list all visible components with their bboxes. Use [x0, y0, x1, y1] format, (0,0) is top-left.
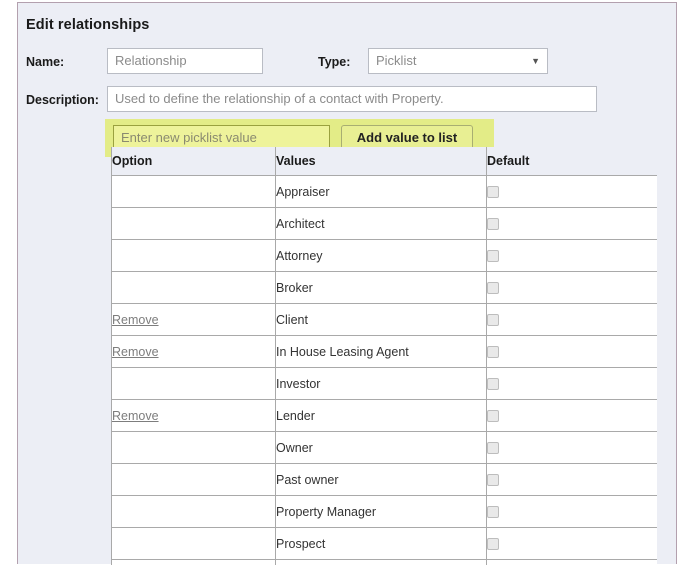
table-row: Prospect [112, 528, 658, 560]
chevron-down-icon: ▼ [531, 49, 540, 73]
column-header-values: Values [276, 147, 487, 176]
cell-option [112, 272, 276, 304]
cell-default [487, 400, 658, 432]
cell-value: Prospect [276, 528, 487, 560]
edit-relationships-panel: Edit relationships Name: Relationship Ty… [17, 2, 677, 564]
remove-value-link[interactable]: Remove [112, 409, 159, 423]
default-checkbox[interactable] [487, 538, 499, 550]
cell-value [276, 560, 487, 565]
name-input[interactable]: Relationship [107, 48, 263, 74]
default-checkbox[interactable] [487, 378, 499, 390]
cell-default [487, 272, 658, 304]
page-title: Edit relationships [26, 17, 149, 33]
cell-value: Broker [276, 272, 487, 304]
cell-option [112, 240, 276, 272]
default-checkbox[interactable] [487, 346, 499, 358]
table-row: Remove Client [112, 304, 658, 336]
table-row: Investor [112, 368, 658, 400]
cell-value: Architect [276, 208, 487, 240]
cell-option [112, 496, 276, 528]
picklist-values-table: Option Values Default AppraiserArchitect… [111, 147, 657, 565]
cell-option [112, 560, 276, 565]
default-checkbox[interactable] [487, 474, 499, 486]
cell-default [487, 208, 658, 240]
remove-value-link[interactable]: Remove [112, 345, 159, 359]
table-row: Appraiser [112, 176, 658, 208]
default-checkbox[interactable] [487, 506, 499, 518]
default-checkbox[interactable] [487, 218, 499, 230]
type-label: Type: [318, 55, 350, 69]
cell-option [112, 464, 276, 496]
default-checkbox[interactable] [487, 410, 499, 422]
cell-value: Client [276, 304, 487, 336]
picklist-values-table-wrap: Option Values Default AppraiserArchitect… [111, 147, 657, 565]
type-select[interactable]: Picklist ▼ [368, 48, 548, 74]
cell-option [112, 432, 276, 464]
cell-option [112, 208, 276, 240]
table-header-row: Option Values Default [112, 147, 658, 176]
cell-value: In House Leasing Agent [276, 336, 487, 368]
default-checkbox[interactable] [487, 442, 499, 454]
cell-default [487, 560, 658, 565]
column-header-default: Default [487, 147, 658, 176]
name-label: Name: [26, 55, 64, 69]
table-row [112, 560, 658, 565]
description-input[interactable]: Used to define the relationship of a con… [107, 86, 597, 112]
cell-value: Appraiser [276, 176, 487, 208]
table-row: Architect [112, 208, 658, 240]
table-row: Remove Lender [112, 400, 658, 432]
remove-value-link[interactable]: Remove [112, 313, 159, 327]
cell-option [112, 176, 276, 208]
cell-default [487, 528, 658, 560]
column-header-option: Option [112, 147, 276, 176]
cell-value: Owner [276, 432, 487, 464]
table-row: Attorney [112, 240, 658, 272]
cell-value: Attorney [276, 240, 487, 272]
picklist-values-body: AppraiserArchitectAttorneyBroker Remove Cl… [112, 176, 658, 565]
default-checkbox[interactable] [487, 282, 499, 294]
cell-default [487, 304, 658, 336]
table-row: Remove In House Leasing Agent [112, 336, 658, 368]
cell-default [487, 176, 658, 208]
table-row: Broker [112, 272, 658, 304]
cell-default [487, 496, 658, 528]
default-checkbox[interactable] [487, 186, 499, 198]
cell-default [487, 368, 658, 400]
cell-default [487, 464, 658, 496]
default-checkbox[interactable] [487, 250, 499, 262]
cell-option: Remove [112, 336, 276, 368]
cell-value: Past owner [276, 464, 487, 496]
cell-value: Lender [276, 400, 487, 432]
cell-option: Remove [112, 400, 276, 432]
table-row: Past owner [112, 464, 658, 496]
cell-default [487, 432, 658, 464]
cell-option [112, 368, 276, 400]
table-row: Owner [112, 432, 658, 464]
cell-value: Investor [276, 368, 487, 400]
table-row: Property Manager [112, 496, 658, 528]
description-label: Description: [26, 93, 99, 107]
default-checkbox[interactable] [487, 314, 499, 326]
cell-option [112, 528, 276, 560]
cell-option: Remove [112, 304, 276, 336]
cell-default [487, 336, 658, 368]
cell-default [487, 240, 658, 272]
cell-value: Property Manager [276, 496, 487, 528]
type-select-value: Picklist [376, 53, 416, 68]
